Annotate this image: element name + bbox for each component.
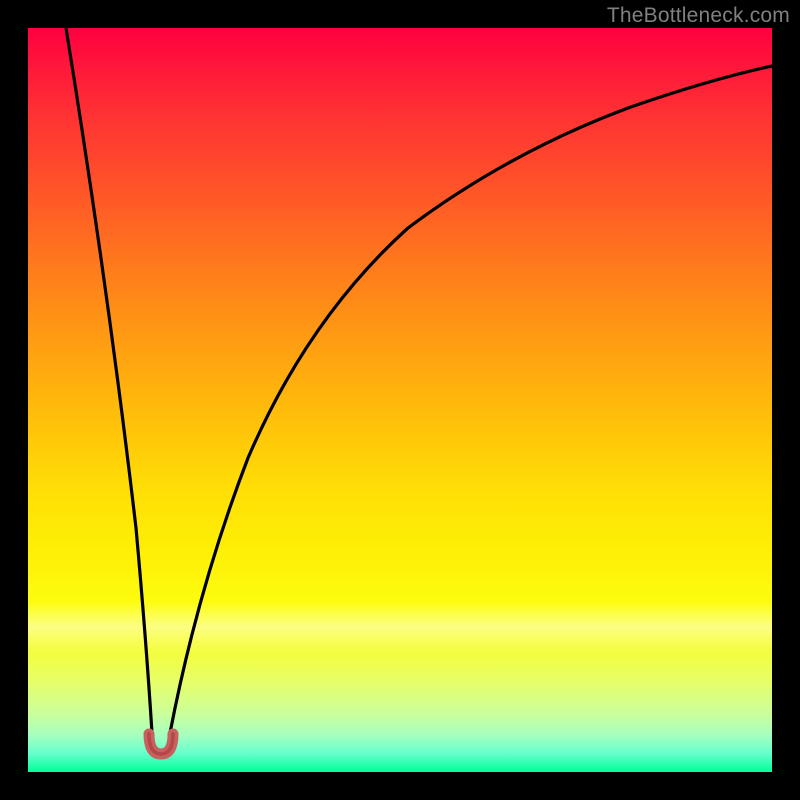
watermark-text: TheBottleneck.com bbox=[607, 4, 790, 28]
curve-left-branch bbox=[66, 28, 152, 733]
bottleneck-curve bbox=[28, 28, 772, 772]
plot-area bbox=[28, 28, 772, 772]
chart-frame: TheBottleneck.com bbox=[0, 0, 800, 800]
curve-right-branch bbox=[170, 66, 772, 733]
